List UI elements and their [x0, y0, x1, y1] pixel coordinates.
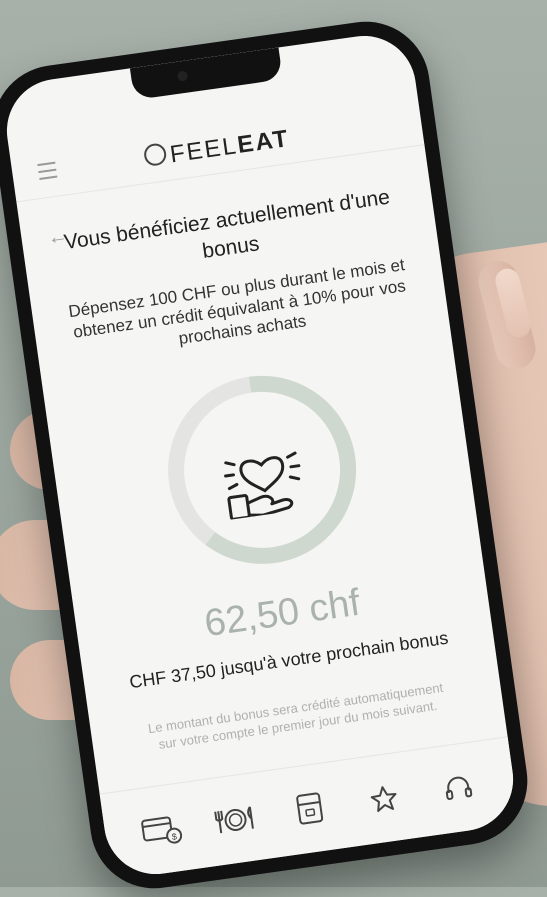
- bonus-note: Le montant du bonus sera crédité automat…: [147, 679, 445, 752]
- wallet-icon[interactable]: $: [135, 804, 187, 856]
- phone-notch: [129, 47, 283, 101]
- logo-text-bold: EAT: [235, 124, 292, 159]
- bottom-tab-bar: $: [99, 736, 520, 881]
- star-icon[interactable]: [358, 773, 410, 825]
- chef-hat-icon: [142, 142, 168, 168]
- bonus-progress-ring: [155, 363, 369, 577]
- phone: FEELEAT ← Vous bénéficiez actuellement d…: [0, 13, 536, 897]
- logo-text-light: FEEL: [168, 132, 240, 169]
- app-logo: FEELEAT: [11, 106, 423, 191]
- fridge-icon[interactable]: [284, 783, 336, 835]
- restaurant-icon[interactable]: [209, 794, 261, 846]
- support-icon[interactable]: [433, 762, 485, 814]
- heart-hand-icon: [156, 364, 368, 576]
- top-bar: FEELEAT: [7, 84, 425, 203]
- app-screen: FEELEAT ← Vous bénéficiez actuellement d…: [0, 29, 520, 881]
- camera-icon: [176, 70, 189, 82]
